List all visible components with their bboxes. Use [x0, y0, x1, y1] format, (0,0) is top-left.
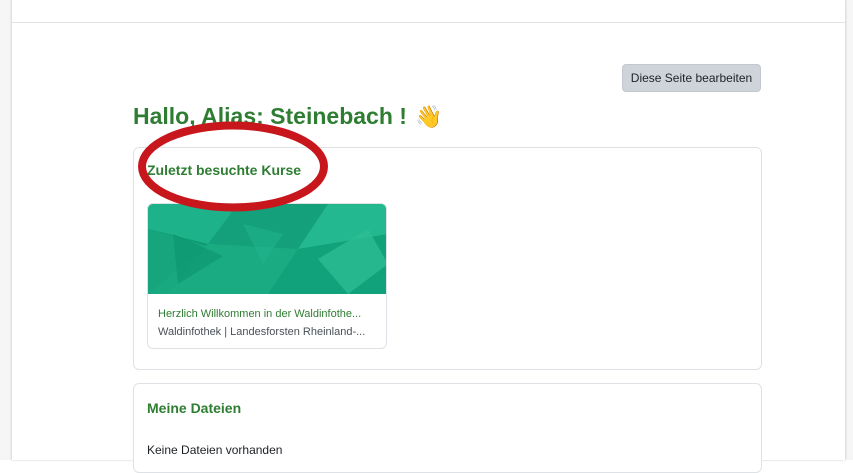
- my-files-title: Meine Dateien: [147, 400, 242, 416]
- recent-courses-block: Zuletzt besuchte Kurse Herzlich Willkomm…: [133, 147, 762, 370]
- course-card[interactable]: Herzlich Willkommen in der Waldinfothe..…: [147, 203, 387, 349]
- course-image: [148, 204, 386, 294]
- course-name-link[interactable]: Herzlich Willkommen in der Waldinfothe..…: [158, 308, 380, 320]
- edit-page-button[interactable]: Diese Seite bearbeiten: [622, 64, 761, 92]
- recent-courses-title: Zuletzt besuchte Kurse: [147, 162, 302, 178]
- navbar-divider: [12, 22, 845, 23]
- greeting-text: Hallo, Alias: Steinebach !: [133, 103, 407, 129]
- no-files-message: Keine Dateien vorhanden: [147, 443, 283, 457]
- page-greeting: Hallo, Alias: Steinebach ! 👋: [133, 103, 442, 130]
- waving-hand-icon: 👋: [414, 103, 443, 129]
- course-category: Waldinfothek | Landesforsten Rheinland-.…: [158, 326, 366, 338]
